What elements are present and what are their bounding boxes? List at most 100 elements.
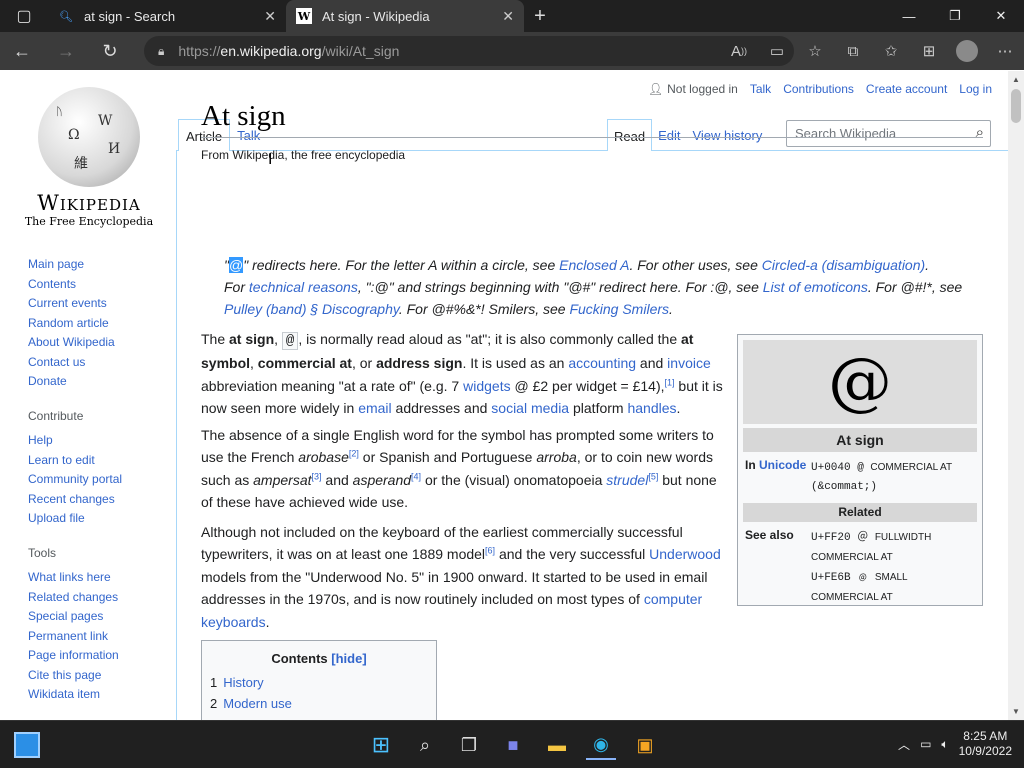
citation-link[interactable]: [3]	[312, 471, 322, 481]
citation-link[interactable]: [2]	[349, 449, 359, 459]
at-sign-glyph-image: @	[743, 340, 977, 424]
text: , is normally read aloud as "at"; it is …	[298, 331, 681, 347]
edge-browser-icon[interactable]: ◉	[586, 730, 616, 760]
link-widgets[interactable]: widgets	[463, 378, 510, 394]
extensions-icon[interactable]: ⧉	[834, 43, 872, 60]
link-accounting[interactable]: accounting	[568, 355, 636, 371]
minimize-button[interactable]: —	[886, 0, 932, 32]
refresh-button[interactable]: ↻	[88, 32, 132, 70]
address-bar[interactable]: 🔒︎ https://en.wikipedia.org/wiki/At_sign	[144, 36, 794, 66]
clock[interactable]: 8:25 AM 10/9/2022	[959, 729, 1012, 759]
infobox-title: At sign	[743, 428, 977, 452]
profile-avatar[interactable]	[956, 40, 978, 62]
text: @ £2 per widget = £14),	[510, 377, 665, 394]
link-email[interactable]: email	[358, 400, 391, 416]
more-menu-icon[interactable]: ⋯	[986, 42, 1024, 60]
lock-icon[interactable]: 🔒︎	[158, 44, 164, 59]
tab-actions-icon[interactable]: ▢	[0, 0, 48, 32]
hatnote-text: , ":@" and strings beginning with "@#" r…	[357, 279, 763, 295]
citation-link[interactable]: [6]	[485, 546, 495, 556]
network-icon[interactable]: ▭	[920, 737, 931, 751]
italic-term: arroba	[536, 449, 577, 466]
volume-icon[interactable]: 🔈︎	[941, 737, 948, 752]
text: and	[321, 471, 353, 488]
site-subtitle: From Wikipedia, the free encyclopedia	[201, 148, 406, 162]
link-pulley-band[interactable]: Pulley (band) § Discography	[224, 301, 399, 317]
forward-button[interactable]: →	[44, 32, 88, 70]
link-technical-reasons[interactable]: technical reasons	[249, 279, 358, 295]
read-aloud-icon[interactable]: A))	[720, 43, 758, 60]
italic-term: ampersat	[253, 471, 312, 488]
start-icon[interactable]: ⊞	[366, 730, 396, 760]
code-symbol: @	[281, 332, 299, 350]
scrollbar-thumb[interactable]	[1011, 89, 1021, 123]
page-scrollbar[interactable]: ▲ ▼	[1008, 71, 1024, 720]
windows-taskbar: ⊞ ⌕ ❐ ■ ▬ ◉ ▣ ︿ ▭ 🔈︎ 8:25 AM 10/9/2022	[0, 720, 1024, 768]
link-fucking-smilers[interactable]: Fucking Smilers	[569, 301, 669, 317]
close-window-button[interactable]: ✕	[978, 0, 1024, 32]
toc-link-modern-use[interactable]: Modern use	[223, 696, 292, 711]
widgets-icon[interactable]	[14, 732, 40, 758]
scroll-up-icon[interactable]: ▲	[1008, 75, 1024, 84]
link-invoice[interactable]: invoice	[667, 355, 711, 371]
clock-date: 10/9/2022	[958, 744, 1012, 758]
citation-link[interactable]: [5]	[648, 471, 658, 481]
chevron-up-icon[interactable]: ︿	[898, 736, 910, 753]
toc-title: Contents	[271, 651, 328, 666]
task-view-icon[interactable]: ❐	[454, 730, 484, 760]
link-underwood[interactable]: Underwood	[649, 546, 721, 562]
title-divider	[201, 137, 983, 138]
add-favorite-icon[interactable]: ☆	[796, 42, 834, 60]
link-unicode[interactable]: Unicode	[759, 458, 806, 472]
tab-title: at sign - Search	[84, 8, 176, 24]
infobox-row-unicode: In Unicode U+0040 @ COMMERCIAL AT (&comma…	[743, 458, 977, 497]
text: and the very successful	[495, 546, 650, 563]
infobox-value: U+FF20 ＠ FULLWIDTH COMMERCIAL AT U+FE6B ﹫…	[811, 528, 977, 608]
toc-hide-link[interactable]: [hide]	[331, 651, 366, 666]
link-social-media[interactable]: social media	[491, 400, 569, 416]
immersive-reader-icon[interactable]: ▭	[758, 42, 796, 60]
close-tab-icon[interactable]: ✕	[264, 8, 276, 25]
restore-button[interactable]: ❐	[932, 0, 978, 32]
microsoft-store-icon[interactable]: ▣	[630, 730, 660, 760]
toc-item[interactable]: 1 History	[210, 675, 436, 690]
new-tab-button[interactable]: +	[524, 0, 556, 32]
code-point: U+FE6B ﹫	[811, 572, 875, 584]
close-tab-icon[interactable]: ✕	[502, 8, 514, 25]
toc-item[interactable]: 2 Modern use	[210, 696, 436, 711]
back-button[interactable]: ←	[0, 32, 44, 70]
search-icon[interactable]: ⌕	[410, 730, 440, 760]
text: models from the "Underwood No. 5" in 190…	[201, 568, 708, 608]
selected-text: @	[228, 257, 244, 273]
citation-link[interactable]: [1]	[665, 377, 675, 387]
html-entity: (&commat;)	[811, 481, 878, 493]
teams-chat-icon[interactable]: ■	[498, 730, 528, 760]
hatnote-text: . For @#%&*! Smilers, see	[398, 301, 570, 317]
tab-search[interactable]: 🔍︎ at sign - Search ✕	[48, 0, 286, 32]
text: ,	[250, 355, 258, 372]
search-icon: 🔍︎	[59, 10, 73, 23]
link-handles[interactable]: handles	[627, 400, 676, 416]
link-strudel[interactable]: strudel	[606, 472, 648, 488]
text: or Spanish and Portuguese	[358, 449, 537, 466]
text: platform	[569, 400, 628, 417]
link-circled-a[interactable]: Circled-a (disambiguation)	[762, 257, 925, 273]
link-enclosed-a[interactable]: Enclosed A	[559, 257, 629, 273]
toc-number: 1	[210, 675, 218, 690]
code-point: U+FF20 ＠	[811, 532, 875, 544]
hatnote-text: .	[925, 257, 930, 273]
toc-link-history[interactable]: History	[223, 675, 263, 690]
infobox-value: U+0040 @ COMMERCIAL AT (&commat;)	[811, 458, 977, 497]
toc-header: Contents [hide]	[202, 651, 436, 666]
tab-wikipedia[interactable]: W At sign - Wikipedia ✕	[286, 0, 524, 32]
scroll-down-icon[interactable]: ▼	[1008, 707, 1024, 716]
bold-term: commercial at	[257, 355, 352, 372]
wikipedia-favicon-icon: W	[296, 8, 312, 24]
favorites-icon[interactable]: ✩	[872, 42, 910, 60]
infobox-related-header: Related	[743, 503, 977, 522]
file-explorer-icon[interactable]: ▬	[542, 730, 572, 760]
citation-link[interactable]: [4]	[411, 471, 421, 481]
hatnote-text: . For @#!*, see	[867, 279, 963, 295]
collections-icon[interactable]: ⊞	[910, 42, 948, 60]
link-list-of-emoticons[interactable]: List of emoticons	[763, 279, 868, 295]
